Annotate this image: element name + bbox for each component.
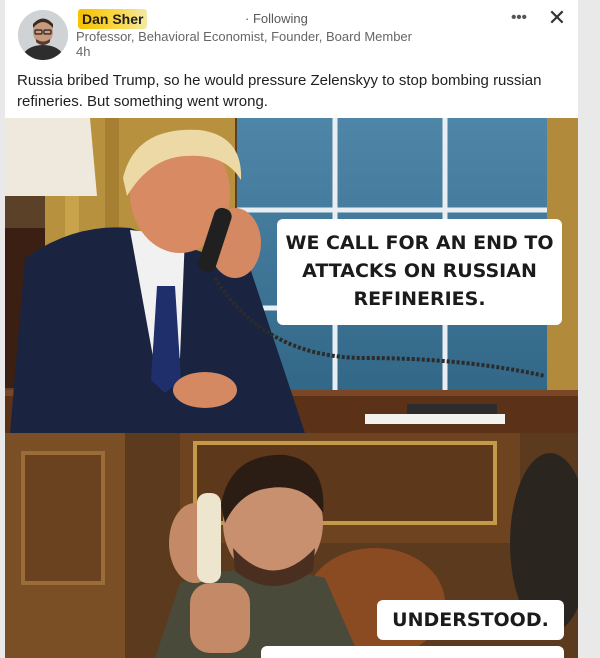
avatar[interactable] — [18, 10, 68, 60]
author-name[interactable]: Dan Sher — [78, 9, 148, 29]
post-card: Dan Sher · Following Professor, Behavior… — [5, 0, 578, 658]
meme-bottom-caption: UNDERSTOOD. — [377, 600, 564, 640]
caption-box-edge — [261, 646, 564, 658]
close-icon[interactable]: ✕ — [545, 6, 569, 30]
meme-panel-bottom: UNDERSTOOD. — [5, 433, 578, 658]
author-subtitle: Professor, Behavioral Economist, Founder… — [76, 29, 412, 44]
post-image[interactable]: WE CALL FOR AN END TO ATTACKS ON RUSSIAN… — [5, 118, 578, 658]
meme-panel-top: WE CALL FOR AN END TO ATTACKS ON RUSSIAN… — [5, 118, 578, 433]
post-timestamp: 4h — [76, 44, 91, 59]
post-header: Dan Sher · Following Professor, Behavior… — [5, 0, 578, 66]
post-text: Russia bribed Trump, so he would pressur… — [17, 72, 542, 110]
more-options-icon[interactable]: ••• — [507, 6, 531, 30]
avatar-photo — [18, 10, 68, 60]
meme-top-caption: WE CALL FOR AN END TO ATTACKS ON RUSSIAN… — [277, 219, 562, 325]
follow-status: · Following — [245, 11, 308, 26]
